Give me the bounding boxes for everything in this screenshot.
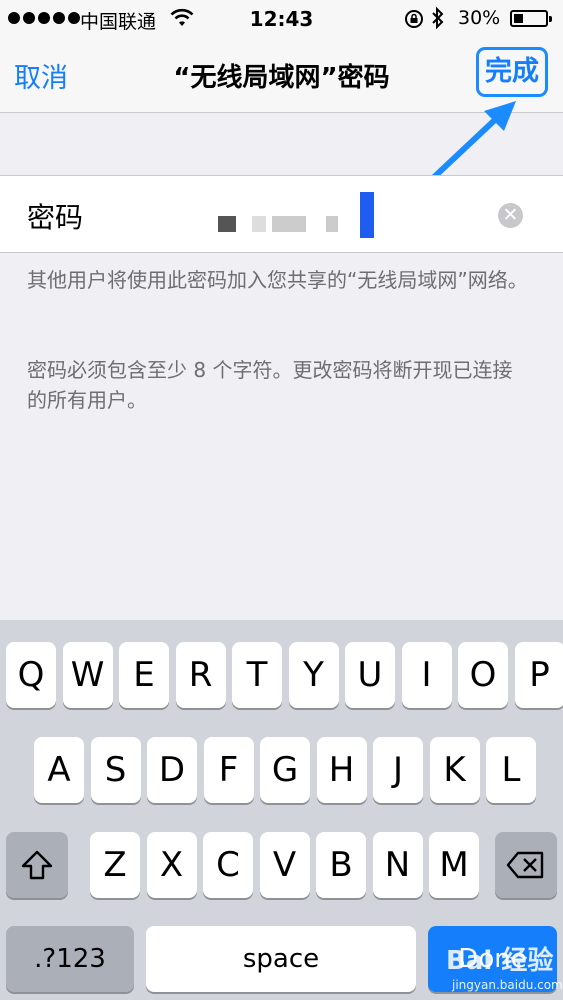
bluetooth-icon [430, 6, 446, 35]
key-e[interactable]: E [119, 642, 169, 708]
key-f[interactable]: F [203, 737, 254, 803]
masked-text [218, 216, 236, 232]
numbers-key[interactable]: .?123 [6, 926, 134, 992]
key-r[interactable]: R [175, 642, 226, 708]
battery-percent: 30% [458, 7, 501, 29]
key-w[interactable]: W [62, 642, 113, 708]
key-p[interactable]: P [514, 642, 563, 708]
length-note: 密码必须包含至少 8 个字符。更改密码将断开现已连接的所有用户。 [27, 358, 513, 412]
key-v[interactable]: V [259, 832, 310, 898]
key-c[interactable]: C [203, 832, 253, 898]
password-input[interactable] [200, 188, 480, 240]
masked-text [326, 216, 338, 232]
masked-text [272, 216, 306, 232]
key-j[interactable]: J [373, 737, 423, 803]
clear-icon[interactable]: ✕ [498, 203, 523, 228]
key-i[interactable]: I [401, 642, 452, 708]
key-g[interactable]: G [260, 737, 310, 803]
key-o[interactable]: O [458, 642, 508, 708]
password-label: 密码 [27, 201, 84, 234]
battery-icon [510, 10, 552, 27]
shift-key[interactable] [6, 832, 68, 898]
space-key[interactable]: space [146, 926, 416, 992]
sharing-note: 其他用户将使用此密码加入您共享的“无线局域网”网络。 [27, 268, 528, 292]
watermark-url: jingyan.baidu.com [452, 978, 563, 992]
key-z[interactable]: Z [90, 832, 140, 898]
key-d[interactable]: D [147, 737, 197, 803]
backspace-key[interactable] [495, 832, 557, 898]
status-bar: 中国联通 12:43 30% [0, 0, 563, 38]
key-m[interactable]: M [429, 832, 479, 898]
key-b[interactable]: B [316, 832, 366, 898]
key-x[interactable]: X [146, 832, 197, 898]
shift-icon [21, 850, 53, 880]
key-t[interactable]: T [232, 642, 282, 708]
backspace-icon [506, 851, 544, 879]
masked-text [252, 216, 266, 232]
key-a[interactable]: A [34, 737, 84, 803]
password-row: 密码 ✕ [0, 175, 563, 253]
key-h[interactable]: H [316, 737, 367, 803]
watermark: Bai 经验 [446, 946, 554, 976]
key-s[interactable]: S [90, 737, 141, 803]
done-button[interactable]: 完成 [476, 47, 548, 97]
key-l[interactable]: L [486, 737, 536, 803]
text-cursor [360, 192, 374, 238]
key-q[interactable]: Q [6, 642, 56, 708]
key-u[interactable]: U [345, 642, 395, 708]
key-y[interactable]: Y [288, 642, 339, 708]
key-k[interactable]: K [429, 737, 480, 803]
rotation-lock-icon [404, 9, 424, 34]
key-n[interactable]: N [372, 832, 423, 898]
